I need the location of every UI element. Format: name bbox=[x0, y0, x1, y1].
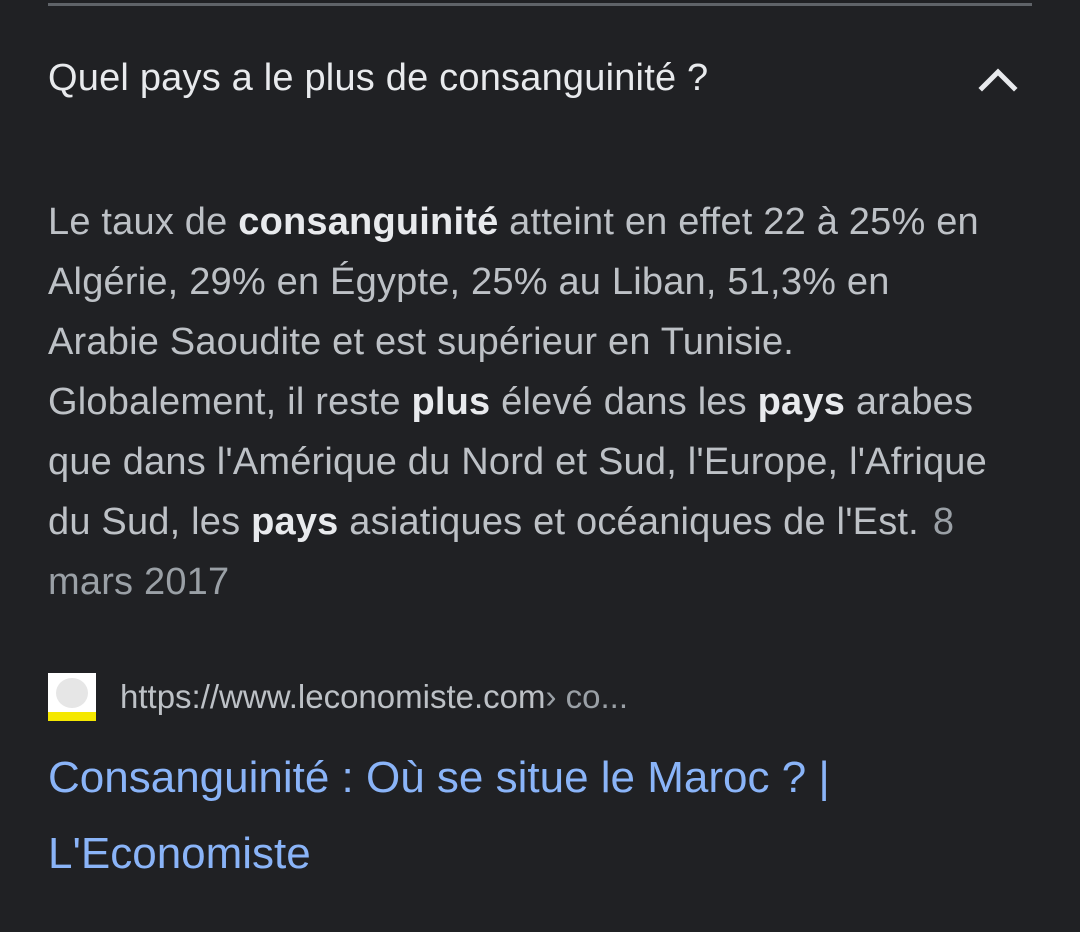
answer-highlight: pays bbox=[757, 381, 846, 423]
answer-segment: élevé dans les bbox=[490, 381, 758, 423]
answer-highlight: consanguinité bbox=[238, 201, 499, 243]
site-favicon-icon bbox=[48, 673, 96, 721]
source-breadcrumb: › co... bbox=[545, 678, 629, 715]
source-url[interactable]: https://www.leconomiste.com bbox=[120, 678, 546, 716]
chevron-up-icon[interactable] bbox=[978, 58, 1018, 98]
answer-text: Le taux de consanguinité atteint en effe… bbox=[48, 201, 987, 543]
faq-question-row[interactable]: Quel pays a le plus de consanguinité ? bbox=[48, 48, 1032, 108]
answer-highlight: pays bbox=[251, 501, 339, 543]
faq-question-text: Quel pays a le plus de consanguinité ? bbox=[48, 56, 709, 99]
faq-answer-snippet: Le taux de consanguinité atteint en effe… bbox=[48, 192, 1008, 612]
top-divider bbox=[48, 3, 1032, 6]
answer-segment: asiatiques et océaniques de l'Est. bbox=[338, 501, 919, 543]
answer-segment: Le taux de bbox=[48, 201, 239, 243]
result-title-link[interactable]: Consanguinité : Où se situe le Maroc ? |… bbox=[48, 740, 1008, 892]
answer-highlight: plus bbox=[411, 381, 491, 423]
source-row[interactable]: https://www.leconomiste.com › co... bbox=[48, 673, 628, 721]
